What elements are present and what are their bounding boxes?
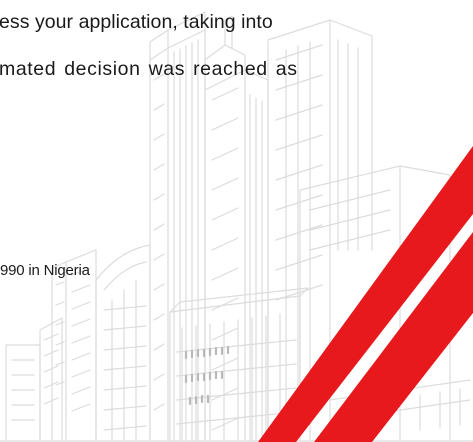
body-text-line-1: ess your application, taking into: [0, 11, 273, 33]
document-page: ess your application, taking into mated …: [0, 0, 473, 442]
body-text-line-3: 990 in Nigeria: [0, 262, 90, 279]
body-text-line-2: mated decision was reached as: [0, 58, 298, 80]
